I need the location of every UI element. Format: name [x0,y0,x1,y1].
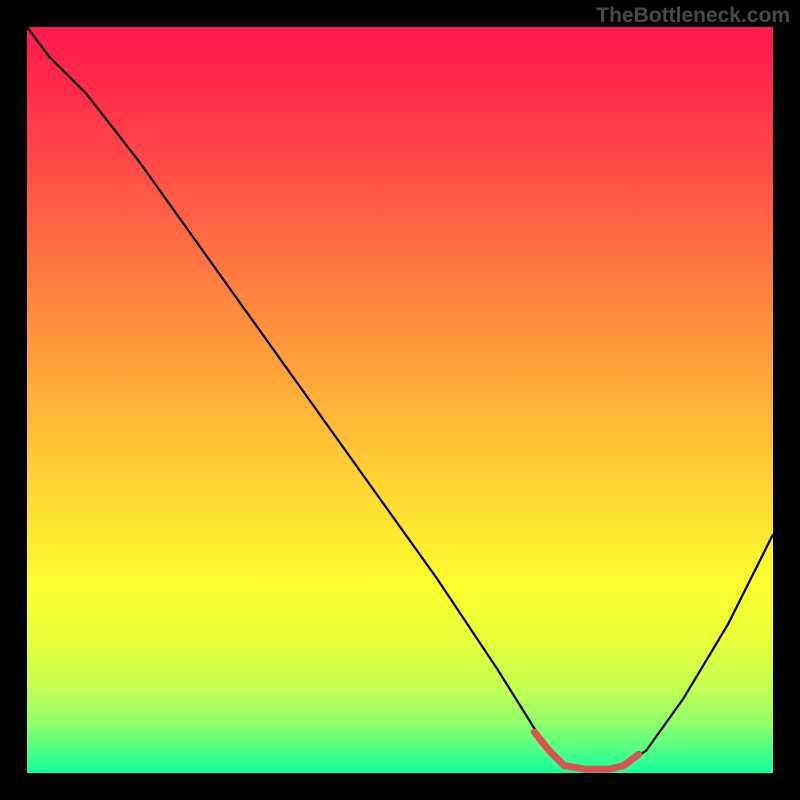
watermark-text: TheBottleneck.com [596,4,790,28]
chart-svg [27,27,773,773]
highlight-segment [534,732,638,769]
bottleneck-curve [27,27,773,769]
